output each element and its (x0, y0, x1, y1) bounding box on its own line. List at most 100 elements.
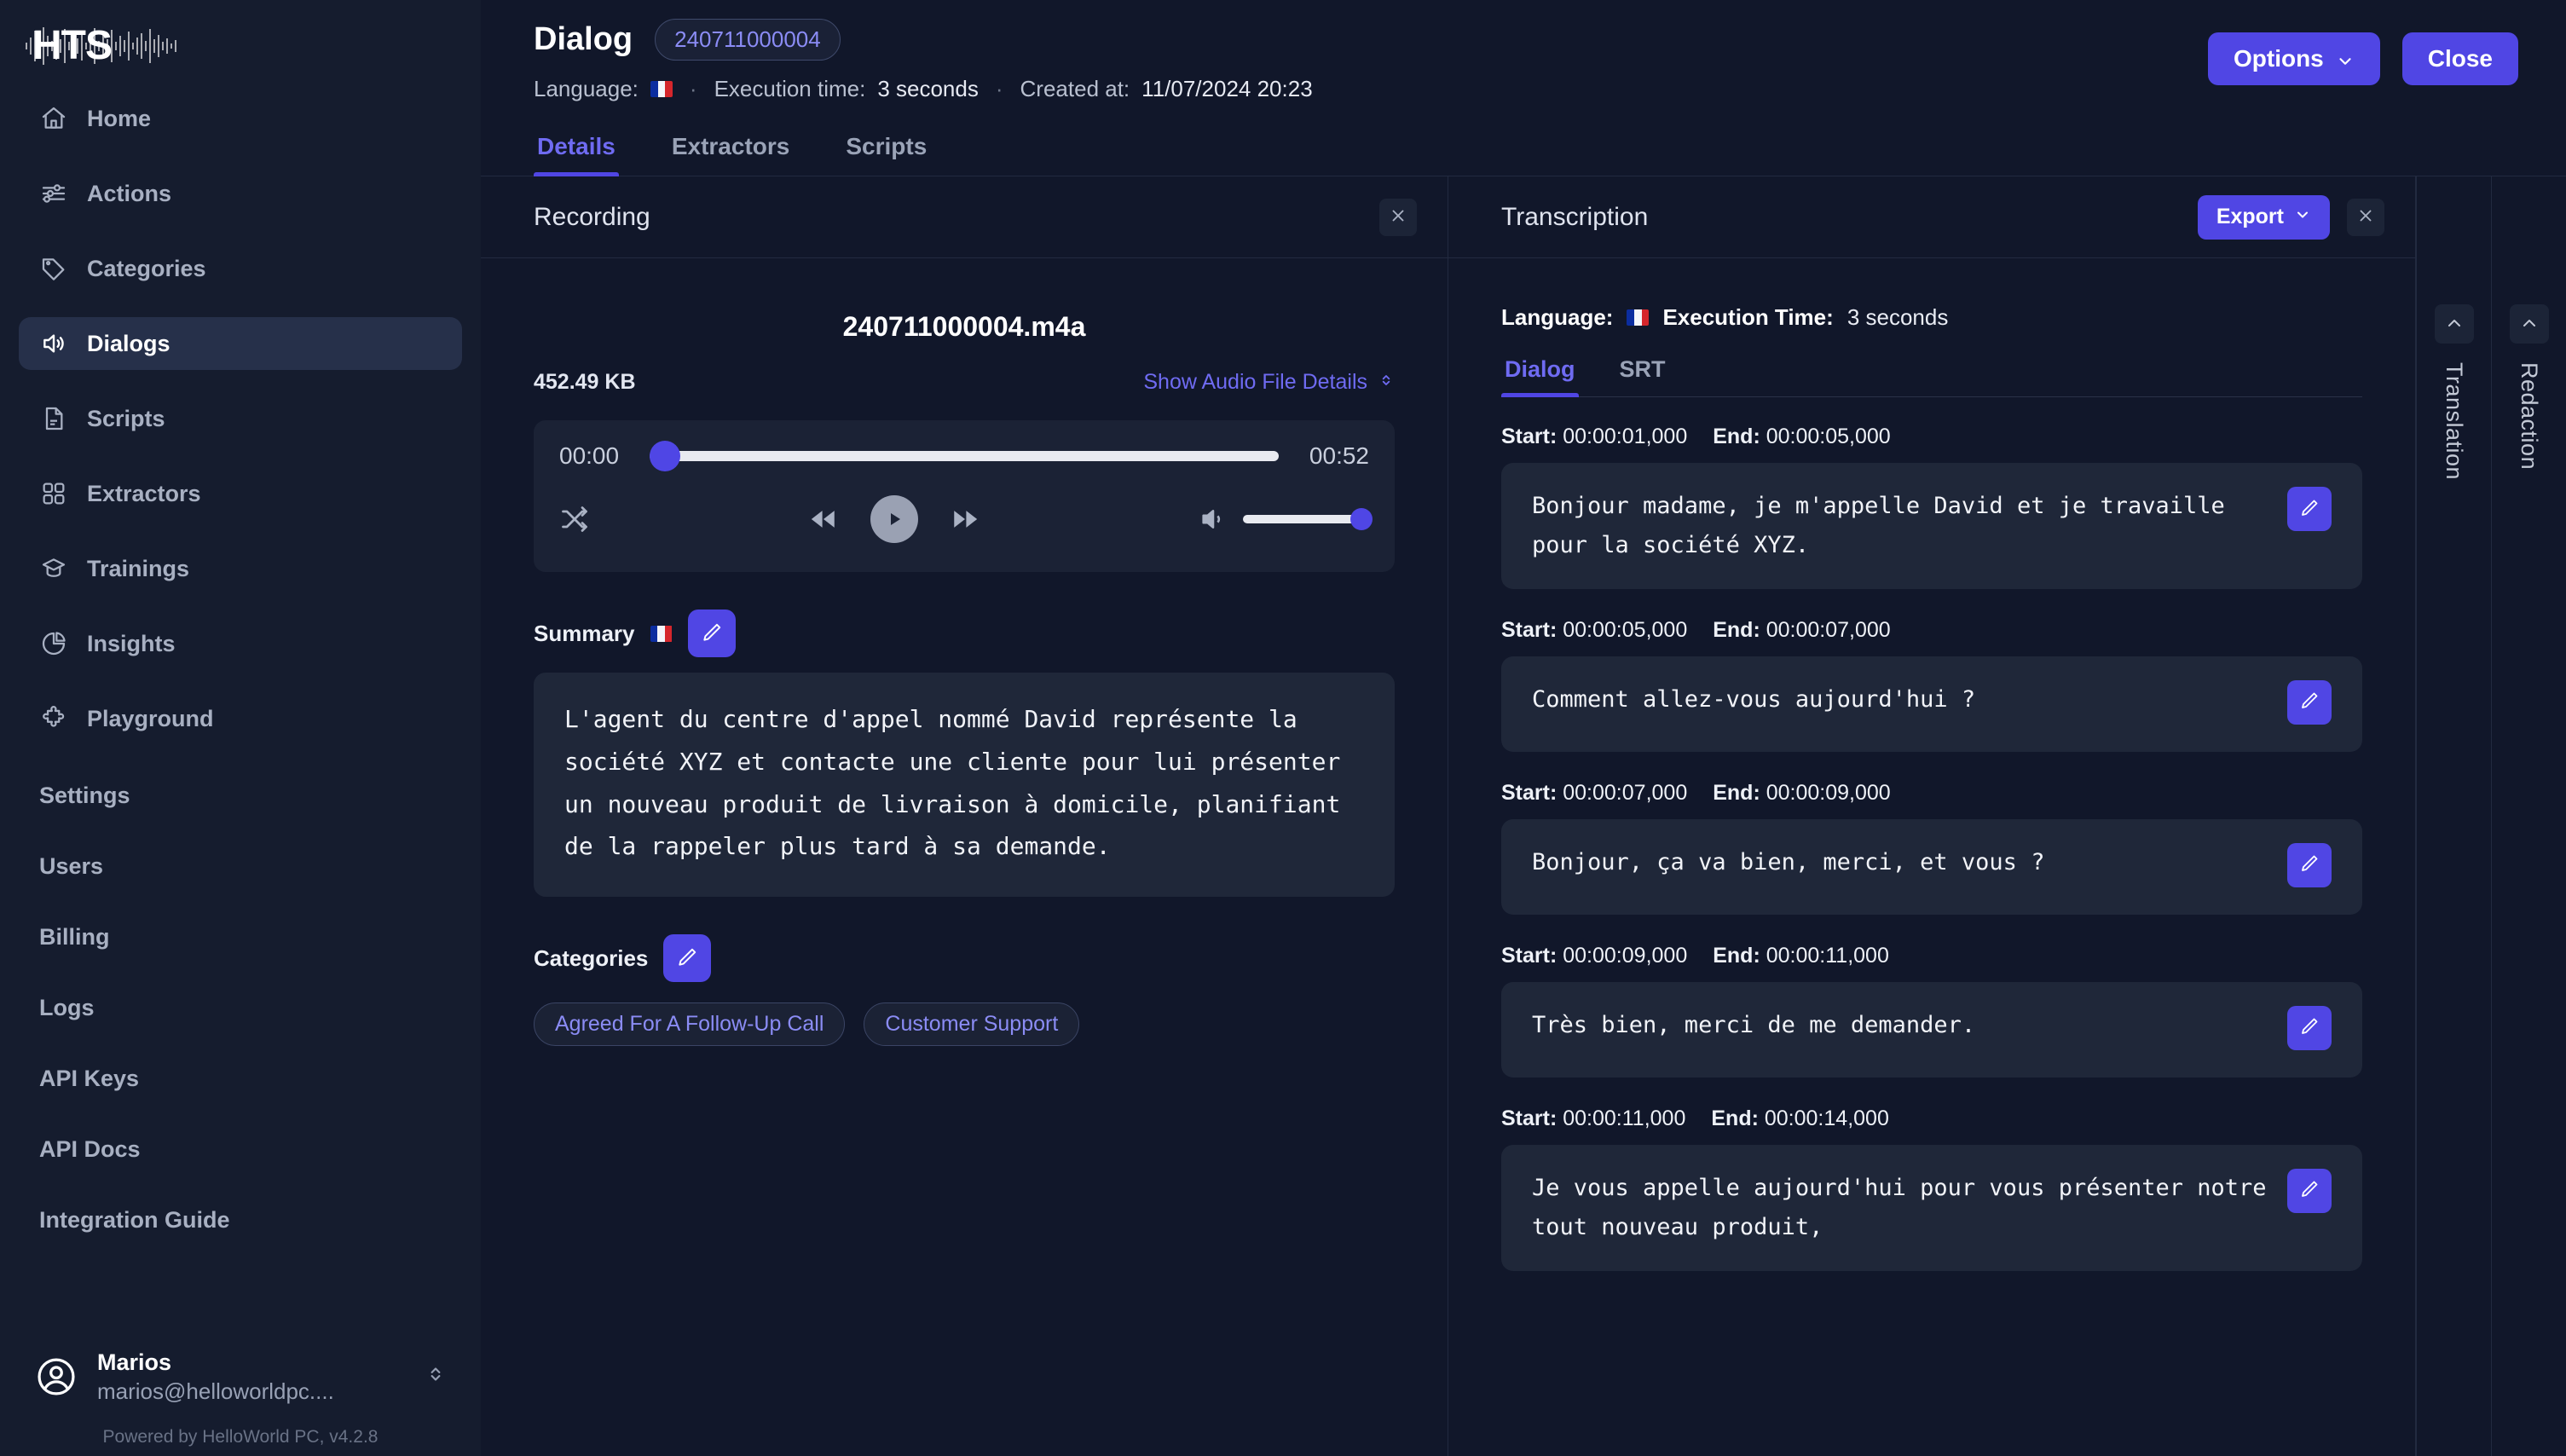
sidebar-item-dialogs[interactable]: Dialogs (19, 317, 462, 370)
sidebar-item-integration-guide[interactable]: Integration Guide (39, 1207, 442, 1234)
options-button[interactable]: Options (2207, 32, 2380, 85)
show-audio-file-details-link[interactable]: Show Audio File Details (1143, 370, 1395, 395)
sidebar-item-playground[interactable]: Playground (19, 692, 462, 745)
sidebar-item-api-docs[interactable]: API Docs (39, 1136, 442, 1163)
seek-slider[interactable] (650, 441, 1279, 471)
powered-by-text: Powered by HelloWorld PC, v4.2.8 (102, 1427, 379, 1447)
sidebar-item-actions[interactable]: Actions (19, 167, 462, 220)
transcription-segment: Start: 00:00:11,000 End: 00:00:14,000 Je… (1501, 1106, 2362, 1271)
panels-container: Recording 240711000004.m4a 452.49 KB Sho… (481, 176, 2566, 1456)
redaction-rail[interactable]: Redaction (2491, 176, 2566, 1456)
sliders-icon (39, 179, 68, 208)
user-profile[interactable]: Marios marios@helloworldpc.... (0, 1349, 481, 1405)
edit-segment-button[interactable] (2287, 1005, 2332, 1050)
edit-categories-button[interactable] (663, 934, 712, 983)
transcription-panel: Transcription Export Language: Execution… (1448, 176, 2416, 1456)
play-button[interactable] (870, 495, 918, 543)
sidebar-item-trainings[interactable]: Trainings (19, 542, 462, 595)
rewind-icon[interactable] (806, 505, 841, 534)
close-recording-panel-button[interactable] (1379, 198, 1417, 236)
segment-start: 00:00:11,000 (1563, 1106, 1686, 1130)
sidebar-item-insights[interactable]: Insights (19, 617, 462, 670)
sidebar-item-categories[interactable]: Categories (19, 242, 462, 295)
recording-panel: Recording 240711000004.m4a 452.49 KB Sho… (481, 176, 1448, 1456)
segment-text: Très bien, merci de me demander. (1532, 1011, 1976, 1038)
expand-translation-button[interactable] (2434, 304, 2474, 344)
segment-text: Bonjour, ça va bien, merci, et vous ? (1532, 848, 2045, 875)
translation-rail[interactable]: Translation (2416, 176, 2491, 1456)
volume-thumb[interactable] (1350, 508, 1373, 530)
fr-flag-icon (650, 81, 673, 97)
segment-end: 00:00:14,000 (1764, 1106, 1889, 1130)
tab-details[interactable]: Details (534, 133, 619, 176)
tab-scripts[interactable]: Scripts (842, 133, 930, 176)
tab-extractors[interactable]: Extractors (668, 133, 794, 176)
seek-thumb[interactable] (650, 441, 680, 471)
edit-segment-button[interactable] (2287, 679, 2332, 725)
execution-time-label: Execution time: (714, 76, 866, 101)
sidebar-item-logs[interactable]: Logs (39, 995, 442, 1021)
sidebar-item-extractors[interactable]: Extractors (19, 467, 462, 520)
tag-icon (39, 254, 68, 283)
transcription-segment: Start: 00:00:07,000 End: 00:00:09,000 Bo… (1501, 781, 2362, 915)
chevron-up-icon (2519, 313, 2540, 336)
transcription-meta: Language: Execution Time: 3 seconds (1501, 304, 2362, 331)
sidebar: HTS Home Actions Categories Dialogs Scri… (0, 0, 481, 1456)
edit-segment-button[interactable] (2287, 487, 2332, 531)
shuffle-icon[interactable] (559, 504, 590, 534)
segment-times: Start: 00:00:01,000 End: 00:00:05,000 (1501, 425, 2362, 449)
document-icon (39, 404, 68, 433)
main-content: Dialog 240711000004 Language: · Executio… (481, 0, 2566, 1456)
volume-slider[interactable] (1243, 508, 1373, 530)
fast-forward-icon[interactable] (947, 505, 983, 534)
expand-redaction-button[interactable] (2509, 304, 2549, 344)
export-button-label: Export (2216, 205, 2284, 228)
sidebar-item-label: Actions (87, 180, 172, 206)
logo[interactable]: HTS (0, 0, 481, 89)
pencil-icon (2299, 690, 2320, 714)
app-root: HTS Home Actions Categories Dialogs Scri… (0, 0, 2566, 1456)
sidebar-item-users[interactable]: Users (39, 853, 442, 880)
start-label: Start: (1501, 780, 1558, 805)
recording-panel-title: Recording (534, 202, 650, 231)
close-button[interactable]: Close (2401, 32, 2518, 85)
sidebar-item-label: Extractors (87, 480, 201, 506)
segment-end: 00:00:11,000 (1766, 943, 1889, 968)
meta-separator: · (995, 76, 1003, 101)
puzzle-icon (39, 704, 68, 733)
end-label: End: (1713, 617, 1760, 642)
transcription-segment: Start: 00:00:01,000 End: 00:00:05,000 Bo… (1501, 425, 2362, 589)
chevron-down-icon (2294, 205, 2311, 229)
category-chip[interactable]: Customer Support (864, 1002, 1080, 1047)
chevron-updown-icon[interactable] (425, 1363, 447, 1390)
chevron-down-icon (2336, 49, 2355, 68)
tab-srt[interactable]: SRT (1616, 356, 1669, 396)
sidebar-item-api-keys[interactable]: API Keys (39, 1066, 442, 1092)
audio-controls (559, 495, 1373, 543)
transcription-tabs: Dialog SRT (1501, 356, 2362, 397)
edit-segment-button[interactable] (2287, 1168, 2332, 1213)
sidebar-item-billing[interactable]: Billing (39, 924, 442, 950)
close-transcription-panel-button[interactable] (2347, 198, 2384, 236)
dialog-id-chip[interactable]: 240711000004 (655, 19, 841, 61)
segment-text: Je vous appelle aujourd'hui pour vous pr… (1532, 1174, 2267, 1240)
edit-summary-button[interactable] (687, 610, 736, 657)
sidebar-item-home[interactable]: Home (19, 92, 462, 145)
segment-start: 00:00:05,000 (1563, 617, 1688, 642)
sidebar-item-scripts[interactable]: Scripts (19, 392, 462, 445)
chevron-up-icon (2444, 313, 2465, 336)
export-button[interactable]: Export (2197, 194, 2330, 240)
segment-start: 00:00:09,000 (1563, 943, 1688, 968)
transport-controls (607, 495, 1182, 543)
tab-dialog[interactable]: Dialog (1501, 356, 1579, 397)
transcription-panel-title: Transcription (1501, 202, 1649, 231)
total-time: 00:52 (1309, 442, 1369, 469)
fr-flag-icon (1627, 309, 1650, 326)
end-label: End: (1713, 943, 1760, 968)
category-chip[interactable]: Agreed For A Follow-Up Call (534, 1002, 846, 1047)
sidebar-item-settings[interactable]: Settings (39, 783, 442, 809)
edit-segment-button[interactable] (2287, 842, 2332, 887)
volume-icon[interactable] (1199, 505, 1228, 534)
play-icon (891, 513, 900, 525)
pencil-icon (2299, 1179, 2320, 1202)
